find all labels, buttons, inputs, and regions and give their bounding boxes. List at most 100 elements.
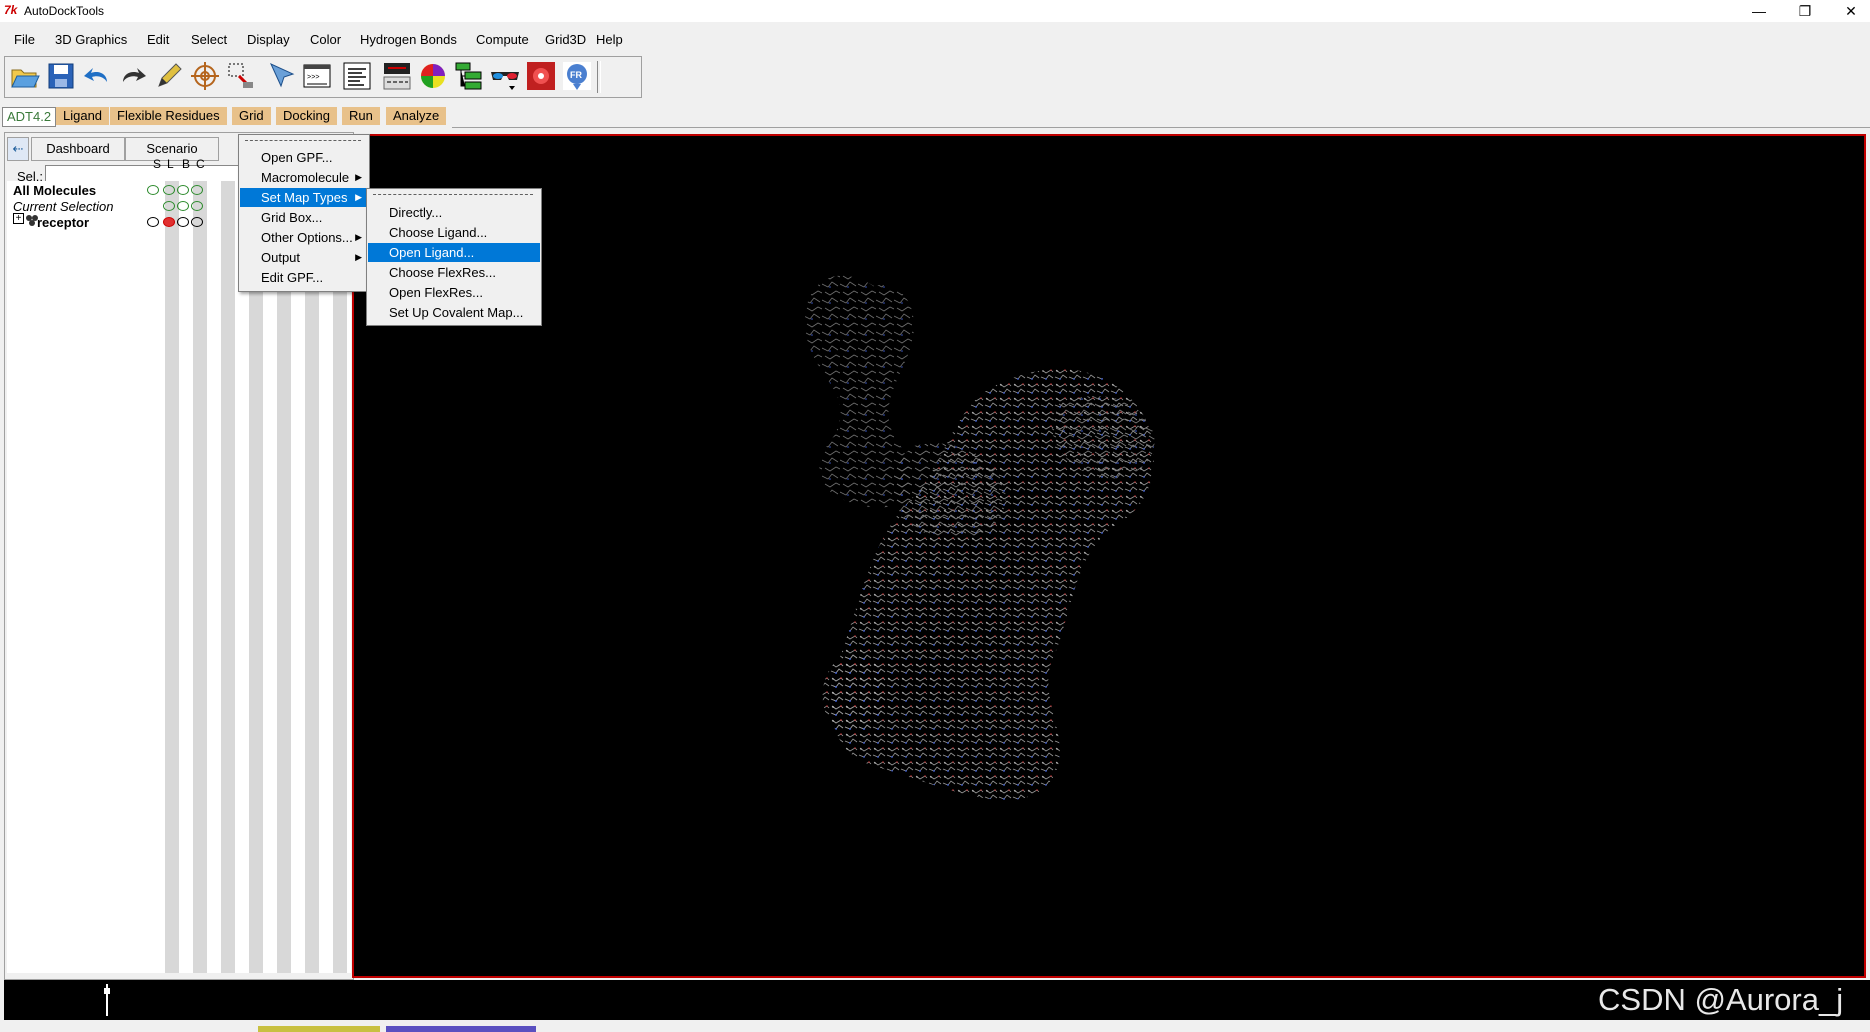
column-header-b: B xyxy=(182,157,191,171)
grid-menu-edit-gpf[interactable]: Edit GPF... xyxy=(240,268,368,287)
set-map-types-tearoff[interactable] xyxy=(373,194,533,195)
current-selection-color-radio[interactable] xyxy=(191,201,203,211)
tab-dashboard[interactable]: Dashboard xyxy=(31,137,125,161)
receptor-show-radio[interactable] xyxy=(147,217,159,227)
map-types-set-up-covalent-map[interactable]: Set Up Covalent Map... xyxy=(368,303,540,322)
minimize-button[interactable]: — xyxy=(1736,0,1782,22)
column-stripe xyxy=(221,181,235,973)
grid-menu-output[interactable]: Output ▶ xyxy=(240,248,368,267)
map-types-open-ligand-label: Open Ligand... xyxy=(389,245,475,260)
map-types-open-ligand[interactable]: Open Ligand... xyxy=(368,243,540,262)
open-file-icon[interactable] xyxy=(9,60,41,92)
pointer-icon[interactable] xyxy=(265,60,297,92)
map-types-choose-flexres[interactable]: Choose FlexRes... xyxy=(368,263,540,282)
frame-slider-knob[interactable] xyxy=(104,988,110,994)
molecule-tree xyxy=(7,181,140,973)
grid-menu-tearoff[interactable] xyxy=(245,140,361,141)
current-selection-label-radio[interactable] xyxy=(163,201,175,211)
grid-menu-edit-gpf-label: Edit GPF... xyxy=(261,270,324,285)
receptor-bond-radio[interactable] xyxy=(177,217,189,227)
menu-compute[interactable]: Compute xyxy=(476,32,529,47)
menu-file[interactable]: File xyxy=(14,32,35,47)
grid-menu-other-options-label: Other Options... xyxy=(261,230,353,245)
dashboard-red-icon[interactable] xyxy=(525,60,557,92)
adt-menu-docking[interactable]: Docking xyxy=(276,107,337,125)
adt-menu-flexible-residues[interactable]: Flexible Residues xyxy=(110,107,227,125)
color-sphere-icon[interactable] xyxy=(417,60,449,92)
expand-icon[interactable]: + xyxy=(13,213,24,224)
column-stripe xyxy=(193,181,207,973)
tree-view-icon[interactable] xyxy=(453,60,485,92)
close-button[interactable]: ✕ xyxy=(1828,0,1870,22)
pencil-icon[interactable] xyxy=(153,60,185,92)
undo-icon[interactable] xyxy=(81,60,113,92)
grid-menu-other-options[interactable]: Other Options... ▶ xyxy=(240,228,368,247)
maximize-button[interactable]: ❐ xyxy=(1782,0,1828,22)
target-icon[interactable] xyxy=(189,60,221,92)
map-types-directly[interactable]: Directly... xyxy=(368,203,540,222)
submenu-arrow-icon: ▶ xyxy=(355,232,362,242)
grid-menu-grid-box-label: Grid Box... xyxy=(261,210,323,225)
status-field xyxy=(386,1026,536,1032)
grid-menu-open-gpf[interactable]: Open GPF... xyxy=(240,148,368,167)
all-molecules-color-radio[interactable] xyxy=(191,185,203,195)
map-types-choose-flexres-label: Choose FlexRes... xyxy=(389,265,496,280)
title-bar: 7k AutoDockTools — ❐ ✕ xyxy=(0,0,1870,22)
python-shell-icon[interactable]: >>> xyxy=(301,60,333,92)
menu-grid3d[interactable]: Grid3D xyxy=(545,32,586,47)
map-types-open-flexres-label: Open FlexRes... xyxy=(389,285,483,300)
column-header-s: S xyxy=(153,157,162,171)
adt-menu-run[interactable]: Run xyxy=(342,107,380,125)
map-types-choose-ligand[interactable]: Choose Ligand... xyxy=(368,223,540,242)
menu-edit[interactable]: Edit xyxy=(147,32,169,47)
window-title: AutoDockTools xyxy=(24,4,105,18)
map-types-open-flexres[interactable]: Open FlexRes... xyxy=(368,283,540,302)
adt-version-label: ADT4.2 xyxy=(2,107,57,127)
menu-select[interactable]: Select xyxy=(191,32,227,47)
adt-menu-grid[interactable]: Grid xyxy=(232,107,271,125)
tree-current-selection[interactable]: Current Selection xyxy=(13,199,113,214)
stereo-glasses-icon[interactable] xyxy=(489,60,521,92)
receptor-label-radio[interactable] xyxy=(163,217,175,227)
bottom-bar: CSDN @Aurora_j xyxy=(4,980,1870,1020)
receptor-color-radio[interactable] xyxy=(191,217,203,227)
fr-logo-icon[interactable]: FR xyxy=(561,60,593,92)
menu-color[interactable]: Color xyxy=(310,32,341,47)
grid-menu-macromolecule[interactable]: Macromolecule ▶ xyxy=(240,168,368,187)
submenu-arrow-icon: ▶ xyxy=(355,252,362,262)
set-map-types-submenu: Directly... Choose Ligand... Open Ligand… xyxy=(366,188,542,326)
save-icon[interactable] xyxy=(45,60,77,92)
svg-text:FR: FR xyxy=(570,70,582,80)
redo-icon[interactable] xyxy=(117,60,149,92)
grid-menu-set-map-types[interactable]: Set Map Types ▶ xyxy=(240,188,368,207)
tree-molecule-receptor[interactable]: receptor xyxy=(37,215,89,230)
adt-bar-fill xyxy=(452,107,1870,128)
menu-hydrogen-bonds[interactable]: Hydrogen Bonds xyxy=(360,32,457,47)
adt-menu-analyze[interactable]: Analyze xyxy=(386,107,447,125)
text-lines-icon[interactable] xyxy=(341,60,373,92)
display-panel-icon[interactable] xyxy=(381,60,413,92)
menu-bar: File 3D Graphics Edit Select Display Col… xyxy=(0,24,1870,50)
column-header-c: C xyxy=(196,157,205,171)
tree-all-molecules[interactable]: All Molecules xyxy=(13,183,96,198)
menu-display[interactable]: Display xyxy=(247,32,290,47)
current-selection-bond-radio[interactable] xyxy=(177,201,189,211)
submenu-arrow-icon: ▶ xyxy=(355,172,362,182)
map-types-choose-ligand-label: Choose Ligand... xyxy=(389,225,488,240)
column-stripe xyxy=(165,181,179,973)
all-molecules-label-radio[interactable] xyxy=(163,185,175,195)
menu-help[interactable]: Help xyxy=(596,32,623,47)
collapse-arrow-icon[interactable]: ⇠ xyxy=(7,137,29,161)
select-region-icon[interactable] xyxy=(225,60,257,92)
column-stripe xyxy=(249,181,263,973)
grid-menu-grid-box[interactable]: Grid Box... xyxy=(240,208,368,227)
adt-menu-ligand[interactable]: Ligand xyxy=(56,107,110,125)
3d-viewer[interactable] xyxy=(352,134,1866,978)
status-field xyxy=(258,1026,380,1032)
column-header-l: L xyxy=(167,157,174,171)
menu-3d-graphics[interactable]: 3D Graphics xyxy=(55,32,127,47)
all-molecules-bond-radio[interactable] xyxy=(177,185,189,195)
all-molecules-show-radio[interactable] xyxy=(147,185,159,195)
map-types-set-up-covalent-map-label: Set Up Covalent Map... xyxy=(389,305,524,320)
protein-molecule-render xyxy=(805,275,1155,801)
